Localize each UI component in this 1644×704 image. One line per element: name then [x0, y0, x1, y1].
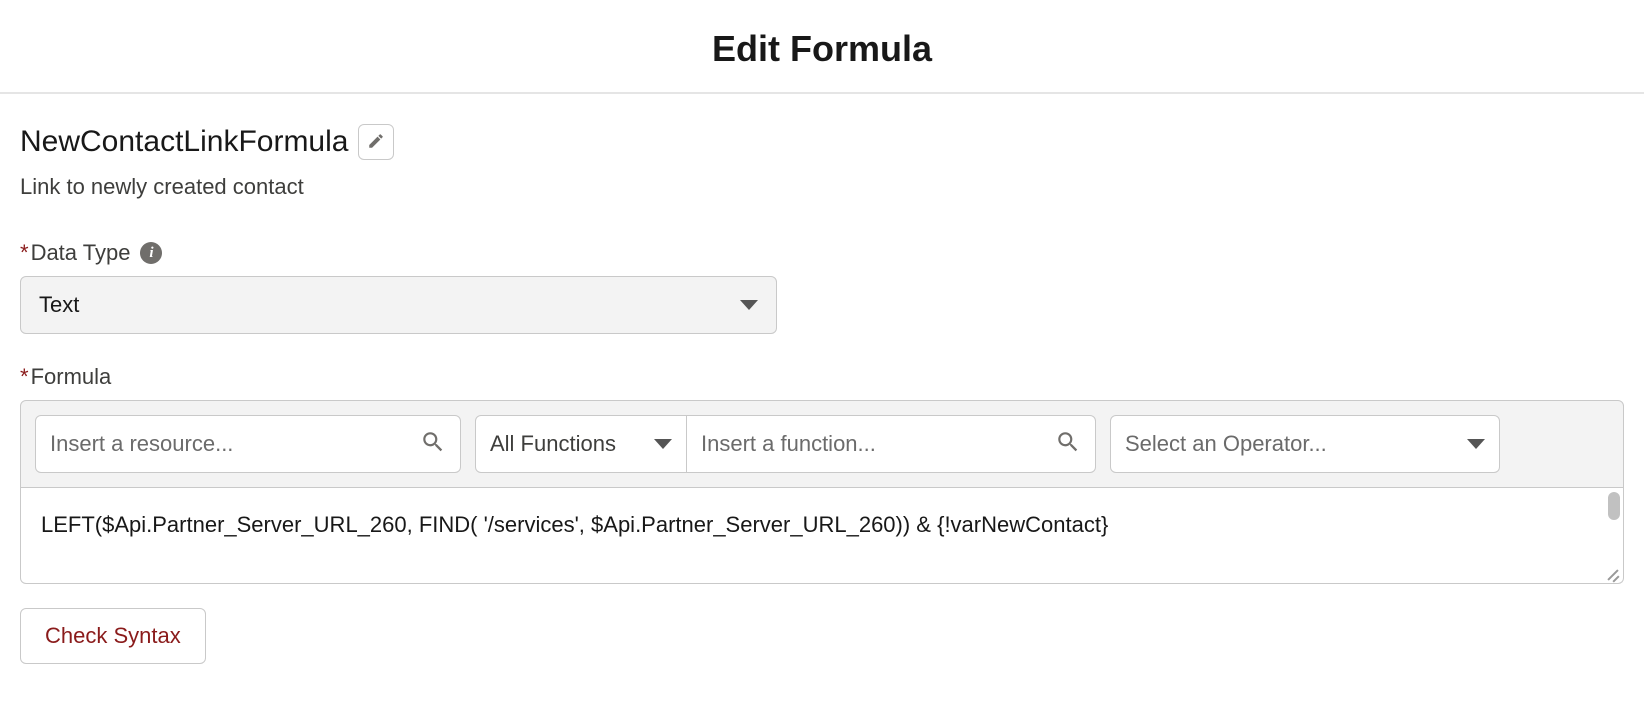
modal-header: Edit Formula — [0, 0, 1644, 94]
resource-combobox[interactable] — [35, 415, 461, 473]
caret-down-icon — [740, 300, 758, 310]
data-type-select-wrap: Text — [20, 276, 777, 334]
formula-name: NewContactLinkFormula — [20, 125, 348, 159]
search-icon — [1055, 429, 1081, 460]
caret-down-icon — [1467, 439, 1485, 449]
data-type-label: *Data Type — [20, 240, 130, 266]
formula-label-row: *Formula — [20, 364, 1624, 390]
required-asterisk: * — [20, 240, 29, 265]
pencil-icon — [367, 132, 385, 153]
formula-textarea-wrap — [20, 488, 1624, 584]
functions-filter-select[interactable]: All Functions — [475, 415, 687, 473]
scrollbar-thumb[interactable] — [1608, 492, 1620, 520]
function-input[interactable] — [701, 431, 1055, 457]
required-asterisk: * — [20, 364, 29, 389]
resource-input[interactable] — [50, 431, 420, 457]
formula-description: Link to newly created contact — [20, 174, 1624, 200]
modal-content: NewContactLinkFormula Link to newly crea… — [0, 94, 1644, 684]
formula-textarea[interactable] — [21, 488, 1623, 578]
functions-filter-value: All Functions — [490, 431, 654, 457]
formula-toolbar: All Functions Select an Operator... — [20, 400, 1624, 488]
edit-name-button[interactable] — [358, 124, 394, 160]
modal-title: Edit Formula — [0, 28, 1644, 70]
formula-section: *Formula All Functions Select — [20, 364, 1624, 664]
data-type-select[interactable]: Text — [20, 276, 777, 334]
info-icon[interactable]: i — [140, 242, 162, 264]
data-type-label-row: *Data Type i — [20, 240, 1624, 266]
operator-placeholder: Select an Operator... — [1125, 431, 1467, 457]
operator-select[interactable]: Select an Operator... — [1110, 415, 1500, 473]
resize-handle[interactable] — [1603, 563, 1621, 581]
data-type-value: Text — [39, 292, 79, 318]
check-syntax-button[interactable]: Check Syntax — [20, 608, 206, 664]
formula-name-row: NewContactLinkFormula — [20, 124, 1624, 160]
caret-down-icon — [654, 439, 672, 449]
function-combobox[interactable] — [686, 415, 1096, 473]
search-icon — [420, 429, 446, 460]
formula-label: *Formula — [20, 364, 111, 390]
